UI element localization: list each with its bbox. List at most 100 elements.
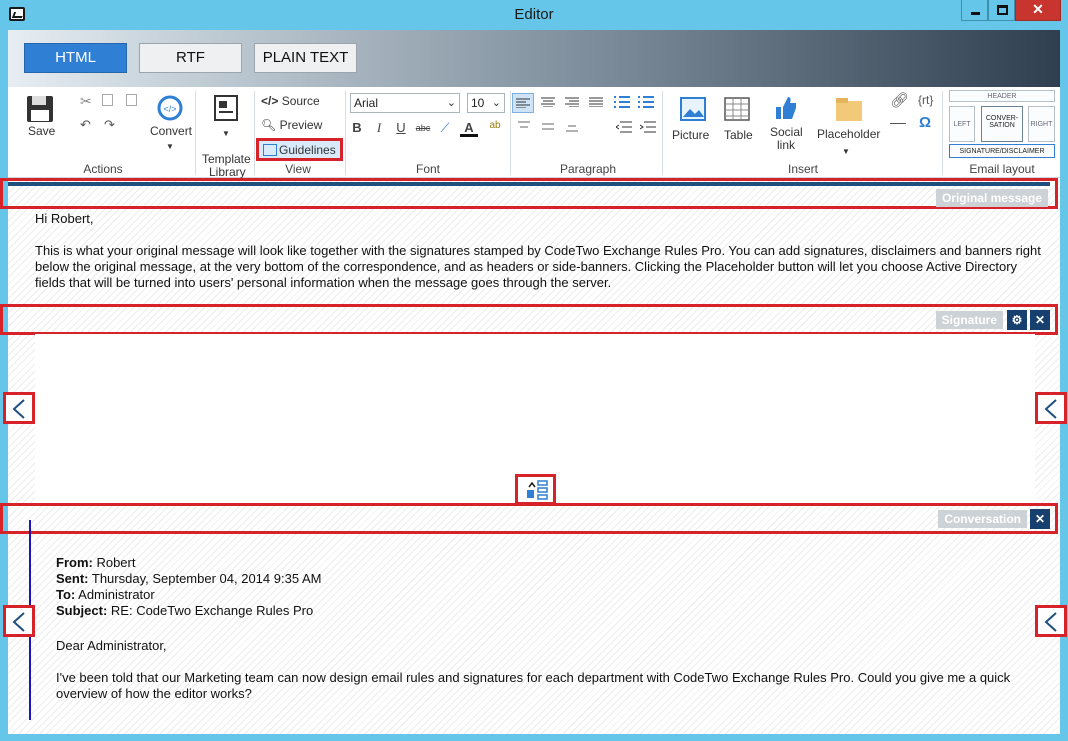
tab-html[interactable]: HTML — [24, 43, 127, 73]
rt-button[interactable]: {rt} — [918, 93, 933, 107]
tab-plain-text[interactable]: PLAIN TEXT — [254, 43, 357, 73]
horizontal-line-icon[interactable] — [890, 123, 906, 124]
source-label: Source — [281, 94, 320, 108]
settings-button[interactable]: ⚙ — [1007, 310, 1027, 330]
close-conversation-button[interactable]: ✕ — [1030, 509, 1050, 529]
signature-label: Signature — [935, 311, 1003, 329]
source-button[interactable]: </> Source — [261, 94, 320, 108]
font-color-button[interactable]: A — [460, 119, 478, 137]
conv-to: To: Administrator — [56, 587, 155, 603]
justify-icon[interactable] — [589, 97, 603, 107]
close-button[interactable]: ✕ — [1015, 0, 1061, 21]
group-font-label: Font — [415, 162, 440, 176]
original-line-2: below the original message, at the very … — [35, 259, 1018, 274]
picture-icon — [680, 97, 706, 121]
conv-subject: Subject: RE: CodeTwo Exchange Rules Pro — [56, 603, 313, 619]
save-icon — [27, 96, 53, 122]
original-message-label: Original message — [935, 189, 1048, 207]
minimize-icon — [971, 12, 980, 15]
ribbon: Save ✂ ↶ ↷ </> Convert ▼ Actions ▼ Templ… — [8, 87, 1060, 179]
layout-signature[interactable]: SIGNATURE/DISCLAIMER — [949, 144, 1055, 158]
original-message-accent — [8, 182, 1050, 186]
spacing-icon-3[interactable] — [566, 125, 578, 133]
minimize-button[interactable] — [961, 0, 988, 21]
table-label: Table — [724, 128, 753, 142]
conv-line-2: overview of how the editor works? — [56, 686, 252, 701]
conv-from-value: Robert — [92, 555, 136, 570]
underline-button[interactable]: U — [392, 119, 410, 137]
highlight-icon[interactable]: ab — [486, 117, 504, 135]
guidelines-icon — [263, 144, 277, 156]
undo-icon[interactable]: ↶ — [80, 117, 91, 133]
link-icon[interactable]: 🔗︎ — [890, 91, 909, 109]
align-left-button[interactable] — [512, 93, 534, 113]
preview-label: Preview — [279, 118, 323, 132]
right-banner-arrow-bottom[interactable] — [1035, 605, 1067, 637]
close-signature-button[interactable]: ✕ — [1030, 310, 1050, 330]
conv-sent-value: Thursday, September 04, 2014 9:35 AM — [88, 571, 322, 586]
original-line-1: This is what your original message will … — [35, 243, 1041, 258]
align-center-icon[interactable] — [541, 97, 555, 107]
indent-icon[interactable] — [640, 121, 656, 133]
strikethrough-button[interactable]: abc — [414, 119, 432, 137]
conv-sent-label: Sent: — [56, 571, 89, 586]
template-library-button[interactable]: ▼ Template Library — [202, 95, 251, 179]
spacing-icon-2[interactable] — [542, 123, 554, 131]
redo-icon[interactable]: ↷ — [104, 117, 115, 133]
convert-label: Convert — [150, 124, 193, 138]
layout-left[interactable]: LEFT — [949, 106, 975, 142]
layout-right[interactable]: RIGHT — [1028, 106, 1055, 142]
tab-rtf[interactable]: RTF — [139, 43, 242, 73]
paste-icon[interactable] — [126, 94, 137, 106]
table-button[interactable]: Table — [720, 97, 756, 143]
social-link-button[interactable]: Social link — [766, 95, 804, 161]
social-label-1: Social — [770, 125, 803, 139]
save-button[interactable]: Save — [22, 93, 58, 139]
clear-format-icon[interactable]: ⟋ — [436, 119, 454, 137]
align-right-icon[interactable] — [565, 97, 579, 107]
spacing-icon-1[interactable] — [518, 121, 530, 129]
outdent-icon[interactable] — [616, 121, 632, 133]
convert-button[interactable]: </> Convert ▼ — [148, 93, 192, 157]
chevron-down-icon: ⌄ — [491, 97, 501, 109]
picture-button[interactable]: Picture — [672, 97, 714, 143]
omega-button[interactable]: Ω — [919, 114, 931, 131]
placeholder-button[interactable]: Placeholder ▼ — [814, 95, 880, 161]
italic-button[interactable]: I — [370, 119, 388, 137]
original-greeting: Hi Robert, — [35, 211, 94, 226]
bullet-list-icon[interactable] — [614, 95, 630, 109]
font-family-select[interactable]: Arial ⌄ — [350, 93, 460, 113]
original-line-3: fields that will be turned into users' p… — [35, 275, 612, 290]
left-banner-arrow-bottom[interactable] — [3, 605, 35, 637]
numbered-list-icon[interactable] — [638, 95, 654, 109]
close-icon: ✕ — [1032, 1, 1044, 17]
chevron-left-icon — [1044, 399, 1057, 419]
window-controls: ✕ — [961, 0, 1061, 21]
guidelines-button[interactable]: Guidelines — [256, 138, 343, 161]
layout-header[interactable]: HEADER — [949, 90, 1055, 102]
right-banner-arrow-top[interactable] — [1035, 392, 1067, 424]
left-banner-arrow-top[interactable] — [3, 392, 35, 424]
group-actions-label: Actions — [83, 162, 123, 176]
conv-to-label: To: — [56, 587, 76, 602]
bold-button[interactable]: B — [348, 119, 366, 137]
conv-line-1: I've been told that our Marketing team c… — [56, 670, 1011, 685]
conv-subject-value: RE: CodeTwo Exchange Rules Pro — [107, 603, 314, 618]
placeholder-label: Placeholder — [817, 127, 881, 141]
conversation-bar: Conversation ✕ — [0, 503, 1058, 534]
signature-bar: Signature ⚙ ✕ — [0, 304, 1058, 335]
copy-icon[interactable] — [102, 94, 113, 106]
layout-conversation[interactable]: CONVER- SATION — [981, 106, 1023, 142]
swap-sections-button[interactable] — [515, 474, 556, 505]
conv-greeting: Dear Administrator, — [56, 638, 167, 653]
preview-button[interactable]: 🔍︎ Preview — [261, 118, 322, 132]
font-size-select[interactable]: 10 ⌄ — [467, 93, 505, 113]
window-title: Editor — [514, 6, 554, 23]
chevron-left-icon — [1044, 612, 1057, 632]
cut-icon[interactable]: ✂ — [80, 93, 92, 110]
convert-icon: </> — [157, 95, 183, 121]
layout-conversation-l2: SATION — [989, 122, 1015, 129]
magnifier-icon: 🔍︎ — [261, 118, 277, 132]
maximize-button[interactable] — [988, 0, 1015, 21]
font-size-value: 10 — [471, 96, 485, 110]
